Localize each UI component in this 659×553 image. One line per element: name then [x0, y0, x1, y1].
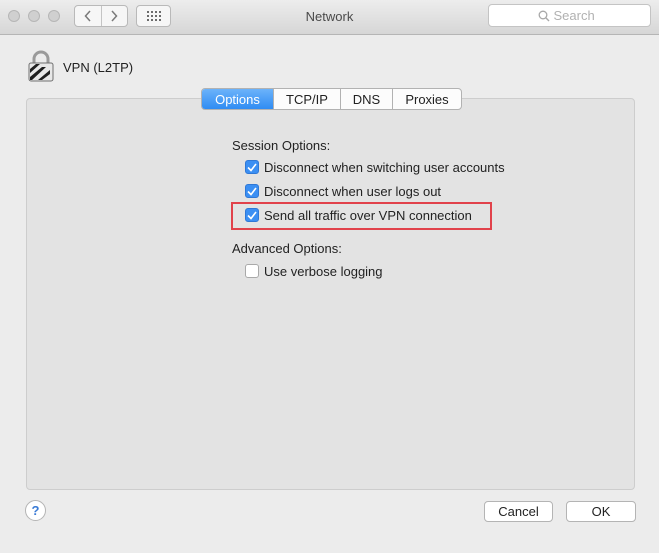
- tab-bar: Options TCP/IP DNS Proxies: [201, 88, 462, 110]
- search-field[interactable]: [488, 4, 651, 27]
- disconnect-logout-label: Disconnect when user logs out: [264, 183, 442, 199]
- checkmark-icon: [247, 211, 257, 220]
- disconnect-switching-label: Disconnect when switching user accounts: [264, 159, 505, 175]
- checkmark-icon: [247, 187, 257, 196]
- search-icon: [538, 10, 549, 21]
- lock-icon: [28, 50, 54, 82]
- disconnect-switching-option[interactable]: Disconnect when switching user accounts: [245, 158, 505, 176]
- send-all-traffic-checkbox[interactable]: [245, 208, 259, 222]
- verbose-logging-label: Use verbose logging: [264, 263, 383, 279]
- cancel-button[interactable]: Cancel: [484, 501, 553, 522]
- send-all-traffic-option[interactable]: Send all traffic over VPN connection: [245, 206, 472, 224]
- service-name: VPN (L2TP): [63, 60, 134, 75]
- title-bar: Network: [0, 0, 659, 35]
- tab-tcp-ip[interactable]: TCP/IP: [273, 89, 340, 109]
- tab-dns[interactable]: DNS: [340, 89, 392, 109]
- session-options-heading: Session Options:: [232, 138, 331, 153]
- ok-button[interactable]: OK: [566, 501, 636, 522]
- search-input[interactable]: [549, 8, 602, 23]
- verbose-logging-checkbox[interactable]: [245, 264, 259, 278]
- help-button[interactable]: ?: [25, 500, 46, 521]
- disconnect-logout-option[interactable]: Disconnect when user logs out: [245, 182, 441, 200]
- tab-options[interactable]: Options: [202, 89, 273, 109]
- options-panel: [26, 98, 635, 490]
- advanced-options-heading: Advanced Options:: [232, 241, 342, 256]
- disconnect-switching-checkbox[interactable]: [245, 160, 259, 174]
- checkmark-icon: [247, 163, 257, 172]
- disconnect-logout-checkbox[interactable]: [245, 184, 259, 198]
- verbose-logging-option[interactable]: Use verbose logging: [245, 262, 383, 280]
- tab-proxies[interactable]: Proxies: [392, 89, 461, 109]
- send-all-traffic-label: Send all traffic over VPN connection: [264, 207, 472, 223]
- network-window: Network VPN (L2TP) Options TCP/IP DNS Pr…: [0, 0, 659, 553]
